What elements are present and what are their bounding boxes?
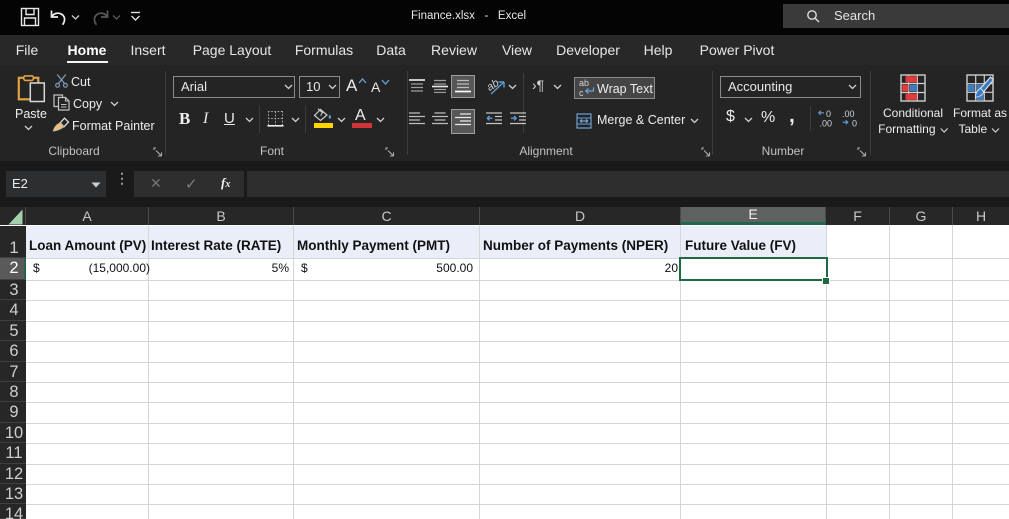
svg-text:.00: .00 xyxy=(842,109,855,119)
svg-text:0: 0 xyxy=(826,109,831,119)
svg-text:0: 0 xyxy=(852,119,857,128)
svg-text:ab: ab xyxy=(579,78,589,88)
svg-text:.00: .00 xyxy=(820,119,833,128)
svg-text:c: c xyxy=(579,88,584,97)
